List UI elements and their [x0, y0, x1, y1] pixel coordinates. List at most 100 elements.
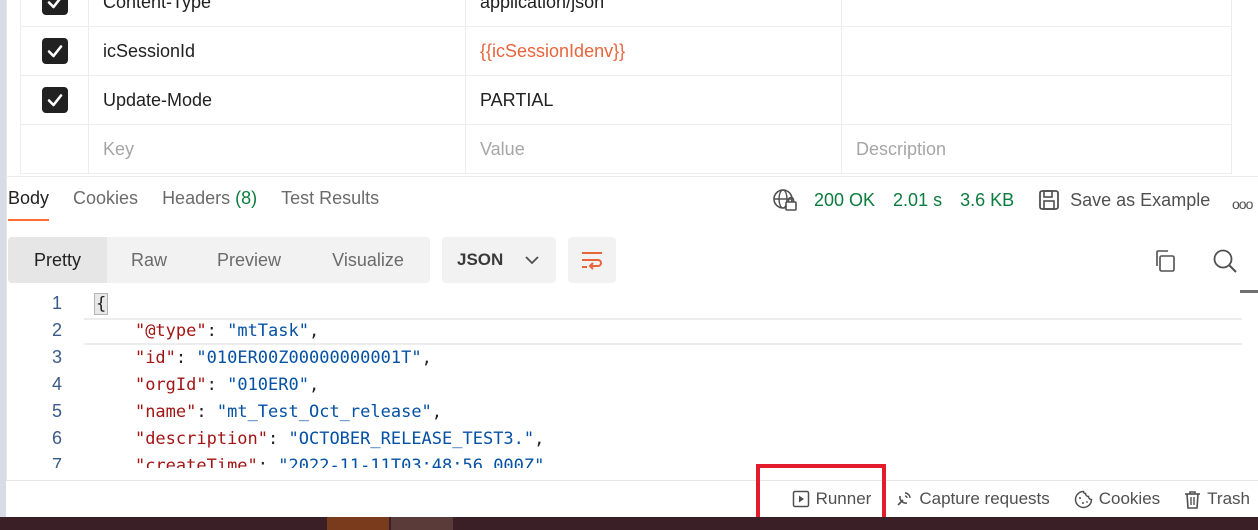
code-text: "orgId": "010ER0",: [134, 374, 320, 395]
format-select-value: JSON: [457, 250, 504, 269]
view-raw-button[interactable]: Raw: [107, 237, 191, 283]
code-line: 3 "id": "010ER00Z00000000001T",: [8, 344, 1238, 371]
code-text: "description": "OCTOBER_RELEASE_TEST3.",: [134, 428, 545, 449]
header-description[interactable]: [842, 0, 1231, 26]
response-body-editor[interactable]: 1 { 2 "@type": "mtTask", 3 "id": "010ER0…: [8, 290, 1238, 468]
headers-table: Content-Type application/json icSessionI…: [20, 0, 1232, 174]
code-text: {: [94, 292, 109, 315]
new-description-input[interactable]: Description: [842, 125, 1231, 173]
tab-test-results[interactable]: Test Results: [281, 188, 379, 221]
json-key: "@type": [134, 320, 207, 341]
line-number: 2: [51, 320, 62, 340]
chevron-down-icon: [525, 256, 539, 265]
code-line: 4 "orgId": "010ER0",: [8, 371, 1238, 398]
json-value: "010ER00Z00000000001T": [196, 347, 422, 368]
cookies-button[interactable]: Cookies: [1074, 489, 1160, 509]
satellite-icon: [897, 492, 912, 506]
table-row: Content-Type application/json: [21, 0, 1231, 27]
checkbox-checked-icon[interactable]: [41, 0, 68, 15]
header-value[interactable]: application/json: [466, 0, 842, 26]
taskbar-app-button[interactable]: [391, 517, 453, 530]
checkbox-checked-icon[interactable]: [41, 38, 68, 64]
open-brace: {: [94, 292, 109, 315]
json-key: "createTime": [134, 455, 258, 469]
status-code[interactable]: 200 OK: [814, 190, 875, 211]
line-number: 7: [51, 455, 62, 468]
editor-scrollbar[interactable]: [1240, 290, 1258, 468]
header-value-variable[interactable]: {{icSessionIdenv}}: [466, 27, 842, 75]
row-checkbox-cell: [21, 0, 89, 26]
section-divider: [6, 176, 1258, 177]
json-value: "2022-11-11T03:48:56.000Z": [278, 455, 545, 469]
response-size[interactable]: 3.6 KB: [960, 190, 1014, 211]
row-checkbox-cell: [21, 27, 89, 75]
wrap-lines-button[interactable]: [568, 237, 616, 283]
new-value-input[interactable]: Value: [466, 125, 842, 173]
postman-window: Content-Type application/json icSessionI…: [0, 0, 1258, 530]
trash-button[interactable]: Trash: [1184, 489, 1250, 509]
tab-headers[interactable]: Headers (8): [162, 188, 257, 221]
taskbar-app-button[interactable]: [327, 517, 389, 530]
capture-requests-label: Capture requests: [919, 489, 1050, 508]
header-description[interactable]: [842, 76, 1231, 124]
globe-lock-icon[interactable]: [772, 188, 798, 212]
format-select[interactable]: JSON: [442, 237, 556, 283]
header-key[interactable]: Update-Mode: [89, 76, 466, 124]
scrollbar-thumb[interactable]: [1240, 290, 1258, 293]
code-line: 2 "@type": "mtTask",: [8, 317, 1238, 344]
json-value: "mt_Test_Oct_release": [216, 401, 432, 422]
header-key[interactable]: Content-Type: [89, 0, 466, 26]
tab-headers-label: Headers: [162, 188, 231, 208]
response-tabs: Body Cookies Headers (8) Test Results: [8, 188, 403, 221]
code-line: 1 {: [8, 290, 1238, 317]
response-meta: 200 OK 2.01 s 3.6 KB Save as Example: [772, 188, 1210, 212]
json-key: "name": [134, 401, 197, 422]
json-key: "id": [134, 347, 176, 368]
os-taskbar: [0, 517, 1258, 530]
line-number: 3: [51, 347, 62, 367]
response-time[interactable]: 2.01 s: [893, 190, 942, 211]
code-text: "@type": "mtTask",: [134, 320, 320, 341]
tab-body[interactable]: Body: [8, 188, 50, 221]
view-visualize-button[interactable]: Visualize: [307, 237, 429, 283]
view-preview-button[interactable]: Preview: [191, 237, 307, 283]
panel-border: [6, 0, 7, 480]
json-key: "orgId": [134, 374, 207, 395]
json-key: "description": [134, 428, 269, 449]
code-line: 5 "name": "mt_Test_Oct_release",: [8, 398, 1238, 425]
view-pretty-button[interactable]: Pretty: [8, 237, 107, 283]
line-number: 5: [51, 401, 62, 421]
trash-label: Trash: [1207, 489, 1250, 508]
header-description[interactable]: [842, 27, 1231, 75]
line-number: 6: [51, 428, 62, 448]
new-key-input[interactable]: Key: [89, 125, 466, 173]
json-value: "OCTOBER_RELEASE_TEST3.": [288, 428, 535, 449]
checkbox-checked-icon[interactable]: [41, 87, 68, 113]
cookies-label: Cookies: [1098, 489, 1161, 508]
more-options-icon[interactable]: ooo: [1232, 196, 1253, 212]
save-as-example-button[interactable]: Save as Example: [1038, 189, 1210, 211]
row-checkbox-cell-empty: [21, 125, 89, 173]
code-text: "id": "010ER00Z00000000001T",: [134, 347, 432, 368]
cookie-icon: [1074, 490, 1093, 508]
wrap-lines-icon: [582, 252, 602, 270]
capture-requests-button[interactable]: Capture requests: [895, 489, 1050, 509]
status-bar: Runner Capture requests Cookies Trash: [0, 481, 1258, 517]
line-number: 4: [51, 374, 62, 394]
save-icon: [1039, 190, 1060, 210]
header-key[interactable]: icSessionId: [89, 27, 466, 75]
json-value: "mtTask": [227, 320, 309, 341]
code-text: "createTime": "2022-11-11T03:48:56.000Z": [94, 456, 544, 469]
tab-headers-count: (8): [235, 188, 258, 208]
tab-cookies[interactable]: Cookies: [73, 188, 138, 221]
save-as-example-label: Save as Example: [1070, 189, 1211, 210]
header-value[interactable]: PARTIAL: [466, 76, 842, 124]
table-row: icSessionId {{icSessionIdenv}}: [21, 27, 1231, 76]
view-mode-group: Pretty Raw Preview Visualize: [8, 237, 430, 283]
code-line: 6 "description": "OCTOBER_RELEASE_TEST3.…: [8, 425, 1238, 452]
copy-icon[interactable]: [1153, 249, 1177, 273]
code-text: "name": "mt_Test_Oct_release",: [134, 401, 443, 422]
search-icon[interactable]: [1212, 248, 1238, 274]
trash-icon: [1185, 490, 1201, 509]
line-number: 1: [51, 293, 62, 313]
